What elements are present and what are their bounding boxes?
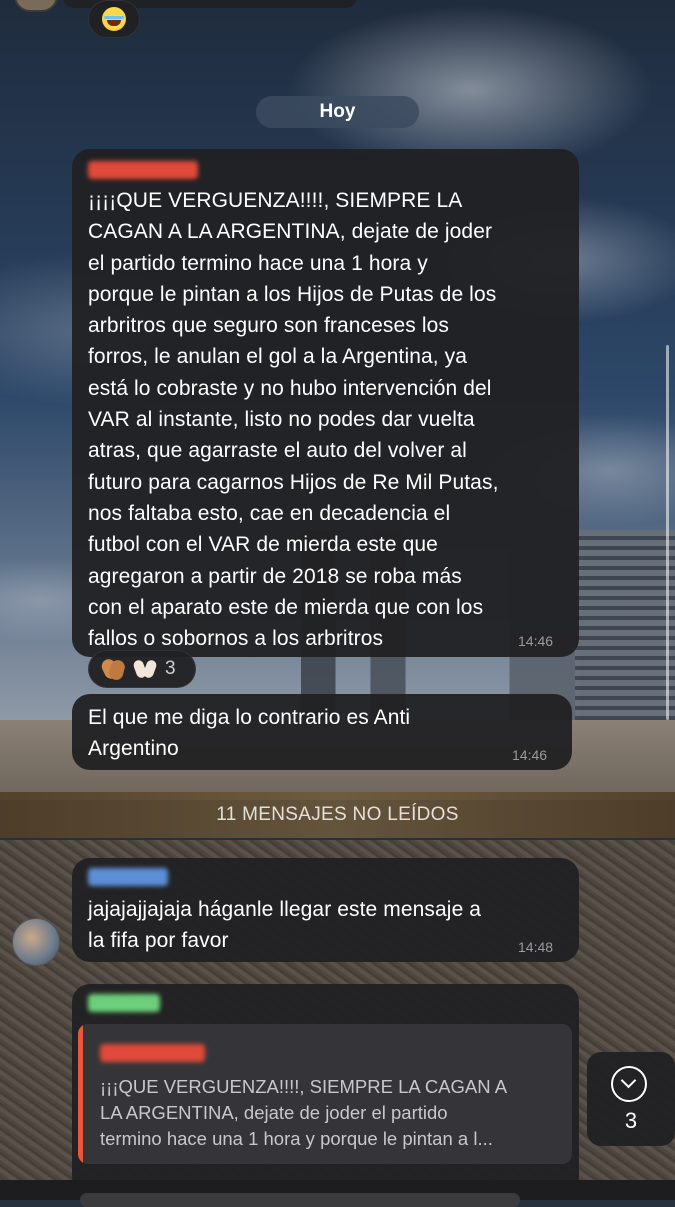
sender-name-redacted [88,994,160,1012]
reaction-pill[interactable] [88,0,140,38]
sender-name-redacted [88,868,168,886]
scrollbar[interactable] [666,345,669,720]
raised-hands-icon [132,657,158,681]
message-text: jajajajjajaja háganle llegar este mensaj… [88,898,482,953]
date-separator: Hoy [256,96,419,128]
unread-messages-banner: 11 MENSAJES NO LEÍDOS [0,792,675,838]
laughing-emoji-icon [102,7,126,31]
message-time: 14:46 [518,633,554,649]
quoted-message[interactable]: ¡¡¡QUE VERGUENZA!!!!, SIEMPRE LA CAGAN A… [78,1024,572,1164]
clapping-hands-icon [99,656,127,682]
message-time: 14:48 [518,939,554,955]
message-bubble[interactable]: jajajajjajaja háganle llegar este mensaj… [72,858,579,962]
avatar[interactable] [12,918,60,966]
quoted-sender-redacted [100,1044,205,1062]
message-text: El que me diga lo contrario es Anti Arge… [88,706,411,761]
message-bubble[interactable]: El que me diga lo contrario es Anti Arge… [72,694,572,770]
message-text: ¡¡¡¡QUE VERGUENZA!!!!, SIEMPRE LA CAGAN … [88,189,499,651]
sender-name-redacted [88,161,198,179]
unread-count-badge: 3 [624,1108,638,1133]
quoted-text: ¡¡¡QUE VERGUENZA!!!!, SIEMPRE LA CAGAN A… [100,1076,508,1149]
message-time: 14:46 [512,747,548,763]
message-bubble[interactable]: ¡¡¡¡QUE VERGUENZA!!!!, SIEMPRE LA CAGAN … [72,149,579,657]
quote-accent-bar [78,1024,83,1164]
scroll-to-bottom-button[interactable]: 3 [587,1052,675,1146]
reaction-pill[interactable]: 3 [88,650,196,688]
message-input[interactable] [80,1193,520,1207]
reaction-count: 3 [165,658,176,679]
tall-building [575,530,675,720]
chevron-down-icon [611,1066,647,1102]
